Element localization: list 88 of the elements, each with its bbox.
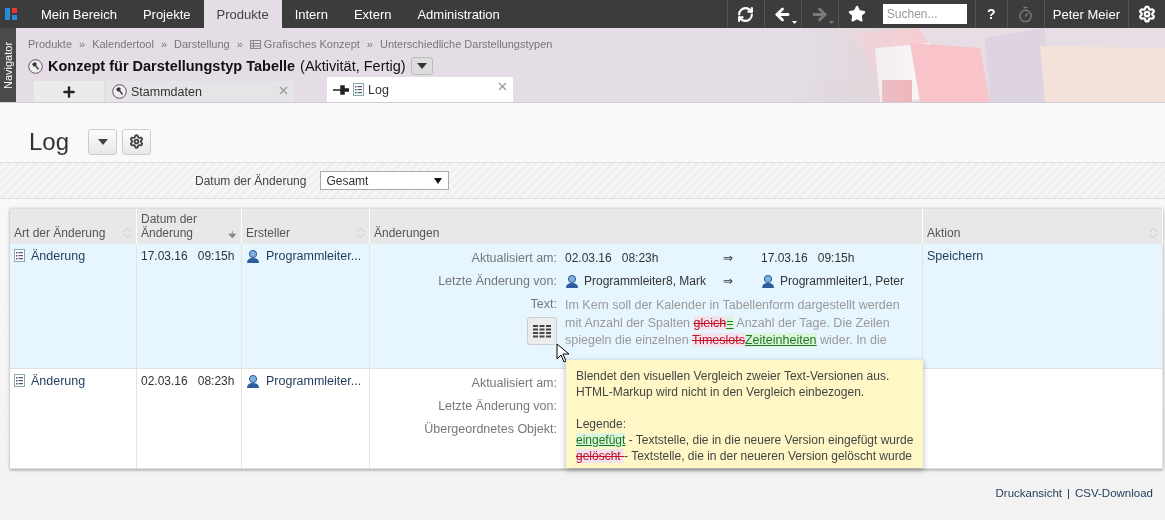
dropdown-button[interactable]: [410, 57, 433, 75]
link-separator: |: [1067, 487, 1070, 499]
breadcrumb-link[interactable]: Grafisches Konzept: [249, 38, 360, 50]
time-text: 09:15h: [197, 249, 235, 263]
creator-link[interactable]: Programmleiter...: [266, 374, 362, 388]
field-label: Letzte Änderung von:: [438, 274, 557, 288]
legend-text: eingefügt - Textstelle, die in die neuere Version eingefügt wurde: [576, 432, 913, 448]
time-text: 08:23h: [197, 374, 235, 388]
field-label: Aktualisiert am:: [471, 251, 557, 265]
list-icon: [353, 83, 364, 96]
date-text: 17.03.16: [761, 251, 808, 265]
person-icon: [246, 249, 260, 263]
add-tab-button[interactable]: [34, 81, 104, 102]
breadcrumb-link[interactable]: Produkte: [28, 38, 73, 50]
person-link[interactable]: Programmleiter8, Mark: [584, 274, 707, 288]
creator-link[interactable]: Programmleiter...: [266, 249, 362, 263]
footer-link[interactable]: Druckansicht: [995, 487, 1062, 499]
tooltip-text: HTML-Markup wird nicht in den Vergleich einbezogen.: [576, 384, 866, 400]
date-filter-select[interactable]: Gesamt: [320, 171, 450, 190]
plus-icon: [61, 83, 77, 100]
status-text: (Aktivität, Fertig): [300, 58, 406, 74]
breadcrumb-separator: »: [160, 38, 168, 50]
breadcrumb-link[interactable]: Unterschiedliche Darstellungstypen: [379, 38, 553, 50]
date-text: 02.03.16: [141, 374, 188, 388]
person-icon: [246, 374, 260, 388]
page-title: Konzept für Darstellungstyp Tabelle: [48, 58, 296, 74]
table-icon: [249, 39, 261, 49]
caret-icon: [97, 138, 108, 145]
field-label: Aktualisiert am:: [471, 376, 557, 390]
person-icon: [565, 274, 579, 288]
nav-tab[interactable]: Intern: [281, 0, 341, 28]
nav-tab[interactable]: Administration: [404, 0, 513, 28]
type-link[interactable]: Änderung: [31, 374, 86, 388]
field-label: Übergeordnetes Objekt:: [424, 422, 557, 436]
column-header[interactable]: Änderungen: [370, 208, 923, 244]
time-text: 09:15h: [817, 251, 855, 265]
footer-link[interactable]: CSV-Download: [1075, 487, 1153, 499]
nav-tab[interactable]: Produkte: [203, 0, 282, 28]
diff-text: Im Kern soll der Kalender in Tabellenform dargestellt werden mit Anzahl der Spalten gleich= Anzahl der Tage. Die Zeilen spiegeln die einzelnen TimeslotsZeiteinheiten wider. In die: [565, 297, 901, 349]
person-link[interactable]: Programmleiter1, Peter: [780, 274, 905, 288]
nav-tab[interactable]: Projekte: [129, 0, 204, 28]
breadcrumb-separator: »: [366, 38, 373, 50]
breadcrumb-link[interactable]: Kalendertool: [92, 38, 154, 50]
sort-descending-icon[interactable]: [228, 229, 237, 240]
pin-icon[interactable]: [333, 84, 349, 95]
action-text: Speichern: [927, 249, 984, 263]
hammer-icon: [112, 84, 127, 99]
field-label: Letzte Änderung von:: [438, 399, 557, 413]
columns-icon: [533, 324, 551, 338]
legend-text: gelöscht - Textstelle, die in der neueren Version gelöscht wurde: [576, 448, 913, 464]
breadcrumb-separator: »: [79, 38, 86, 50]
close-icon[interactable]: [498, 82, 507, 91]
tab-label[interactable]: Log: [368, 82, 389, 97]
compare-button[interactable]: [527, 317, 557, 345]
column-header[interactable]: Art der Änderung: [10, 208, 137, 244]
breadcrumb-separator: »: [236, 38, 243, 50]
caret-icon: [434, 177, 443, 184]
tab[interactable]: Stammdaten: [106, 81, 294, 102]
column-header[interactable]: Aktion: [923, 208, 1163, 244]
list-icon: [14, 374, 25, 387]
arrow-text: ⇒: [723, 251, 734, 265]
app-logo[interactable]: [4, 7, 18, 21]
breadcrumb-link[interactable]: Darstellung: [174, 38, 230, 50]
navigator-tab[interactable]: Navigator: [0, 28, 16, 102]
date-text: 02.03.16: [565, 251, 612, 265]
field-label: Text:: [530, 297, 557, 311]
tab-label[interactable]: Stammdaten: [131, 84, 202, 99]
settings-icon: [129, 134, 145, 149]
caret-icon: [416, 63, 427, 69]
date-text: 17.03.16: [141, 249, 188, 263]
nav-tab[interactable]: Mein Bereich: [28, 0, 130, 28]
hammer-icon: [28, 58, 43, 74]
tooltip-text: Blendet den visuellen Vergleich zweier Text-Versionen aus.: [576, 368, 891, 384]
column-header[interactable]: Ersteller: [242, 208, 370, 244]
section-title: Log: [29, 127, 70, 156]
filter-label: Datum der Änderung: [195, 173, 307, 188]
nav-tab[interactable]: Extern: [340, 0, 405, 28]
person-icon: [761, 274, 775, 288]
arrow-text: ⇒: [723, 274, 734, 288]
search-field[interactable]: Suchen...: [882, 4, 967, 24]
tab[interactable]: Log: [327, 77, 513, 102]
column-header[interactable]: Datum der Änderung: [137, 208, 242, 244]
settings-button[interactable]: [122, 128, 152, 155]
dropdown-button[interactable]: [88, 128, 118, 155]
type-link[interactable]: Änderung: [31, 249, 86, 263]
legend-title: Legende:: [576, 416, 628, 432]
list-icon: [14, 249, 25, 262]
time-text: 08:23h: [621, 251, 659, 265]
